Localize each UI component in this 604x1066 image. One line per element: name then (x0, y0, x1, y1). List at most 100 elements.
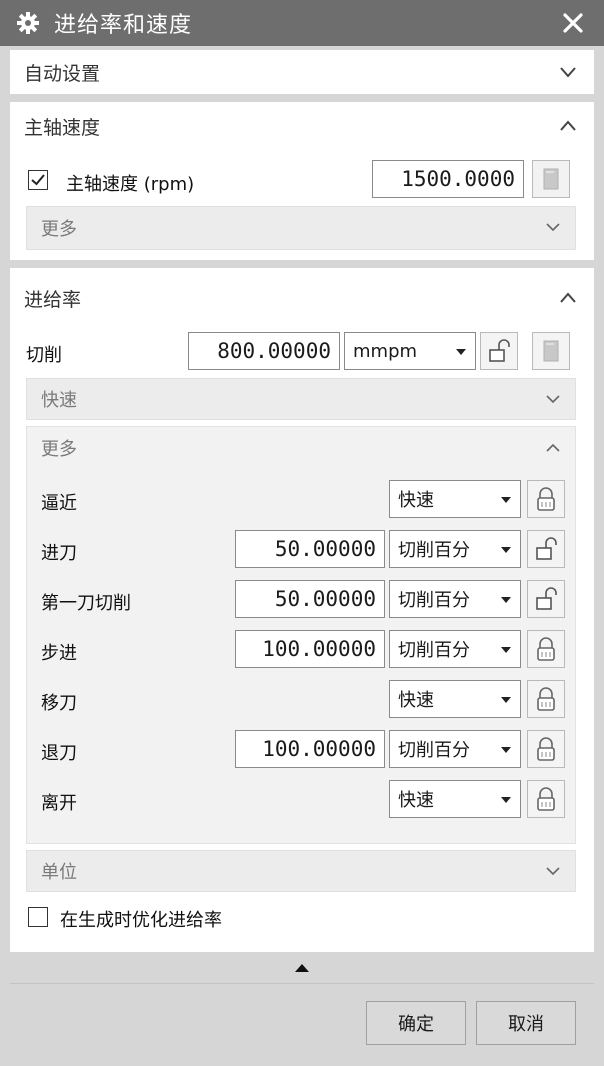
lock-icon (535, 636, 557, 662)
chevron-down-icon (546, 867, 560, 876)
feed-more-box: 更多 逼近 快速 进刀 50.00000 切削百分 第一刀切削 50.00000 切削百分 步进… (26, 426, 576, 844)
cut-unit-value: mmpm (353, 340, 418, 362)
cut-label: 切削 (26, 345, 62, 366)
dropdown-arrow-icon (501, 547, 511, 553)
feed-row-lock-button[interactable] (527, 630, 565, 668)
feed-row: 退刀 100.00000 切削百分 (27, 727, 575, 771)
auto-settings-label: 自动设置 (24, 62, 101, 85)
feed-row-mode-value: 切削百分 (398, 540, 470, 561)
checkmark-icon (31, 174, 45, 186)
dropdown-arrow-icon (456, 349, 466, 355)
feed-row: 逼近 快速 (27, 477, 575, 521)
feed-row-label: 移刀 (41, 693, 77, 714)
feed-row-value-input[interactable]: 50.00000 (235, 530, 385, 568)
cut-lock-button[interactable] (480, 332, 518, 370)
dropdown-arrow-icon (501, 497, 511, 503)
feed-row-label: 逼近 (41, 493, 77, 514)
feed-row-mode-value: 切削百分 (398, 640, 470, 661)
spindle-more-bar[interactable]: 更多 (26, 206, 576, 250)
cut-unit-select[interactable]: mmpm (344, 332, 476, 370)
chevron-down-icon (560, 67, 576, 78)
cancel-button[interactable]: 取消 (476, 1001, 576, 1045)
feed-row-mode-value: 切削百分 (398, 590, 470, 611)
lock-icon (535, 736, 557, 762)
feed-section-label: 进给率 (24, 288, 82, 311)
feed-more-header[interactable]: 更多 (27, 427, 575, 469)
spindle-speed-checkbox[interactable] (28, 170, 48, 190)
auto-settings-panel: 自动设置 (10, 50, 594, 94)
close-icon[interactable] (558, 8, 588, 38)
rapid-label: 快速 (41, 390, 77, 411)
spindle-speed-label: 主轴速度 (rpm) (66, 174, 195, 195)
feed-row-value-input[interactable]: 100.00000 (235, 730, 385, 768)
feed-row-mode-value: 快速 (398, 790, 434, 811)
auto-settings-header[interactable]: 自动设置 (10, 50, 594, 94)
chevron-up-icon (546, 443, 560, 452)
feed-row-mode-value: 快速 (398, 690, 434, 711)
feed-row-mode-select[interactable]: 快速 (389, 480, 521, 518)
feed-row-mode-value: 快速 (398, 490, 434, 511)
spindle-more-label: 更多 (41, 219, 77, 240)
spindle-header[interactable]: 主轴速度 (10, 104, 594, 148)
feed-row-label: 步进 (41, 643, 77, 664)
feed-row-lock-button[interactable] (527, 580, 565, 618)
chevron-down-icon (546, 223, 560, 232)
document-icon (543, 340, 559, 362)
dropdown-arrow-icon (501, 697, 511, 703)
feed-row: 进刀 50.00000 切削百分 (27, 527, 575, 571)
window-title: 进给率和速度 (54, 13, 193, 38)
triangle-up-icon (295, 963, 309, 972)
dropdown-arrow-icon (501, 747, 511, 753)
feed-row-mode-select[interactable]: 快速 (389, 780, 521, 818)
feed-row-label: 离开 (41, 793, 77, 814)
feed-row-value-input[interactable]: 100.00000 (235, 630, 385, 668)
lock-icon (535, 686, 557, 712)
feed-row-lock-button[interactable] (527, 780, 565, 818)
cut-table-button[interactable] (532, 332, 570, 370)
gear-icon (16, 11, 40, 35)
feed-row-mode-select[interactable]: 切削百分 (389, 580, 521, 618)
feed-row-mode-value: 切削百分 (398, 740, 470, 761)
feed-row: 移刀 快速 (27, 677, 575, 721)
spindle-speed-input[interactable]: 1500.0000 (372, 160, 524, 198)
chevron-down-icon (546, 395, 560, 404)
units-bar[interactable]: 单位 (26, 850, 576, 892)
lock-icon (535, 786, 557, 812)
rapid-bar[interactable]: 快速 (26, 378, 576, 420)
chevron-up-icon (560, 292, 576, 303)
feed-row-mode-select[interactable]: 切削百分 (389, 730, 521, 768)
dropdown-arrow-icon (501, 597, 511, 603)
optimize-checkbox[interactable] (28, 907, 48, 927)
feed-row-label: 进刀 (41, 543, 77, 564)
feed-row-lock-button[interactable] (527, 530, 565, 568)
units-label: 单位 (41, 862, 77, 883)
spindle-section-label: 主轴速度 (24, 116, 101, 139)
feed-header[interactable]: 进给率 (10, 276, 594, 320)
unlock-icon (534, 586, 558, 612)
feed-row-label: 退刀 (41, 743, 77, 764)
unlock-icon (489, 339, 510, 362)
chevron-up-icon (560, 120, 576, 131)
feed-row-mode-select[interactable]: 切削百分 (389, 630, 521, 668)
feed-row-mode-select[interactable]: 快速 (389, 680, 521, 718)
feed-row-value-input[interactable]: 50.00000 (235, 580, 385, 618)
cut-feed-input[interactable]: 800.00000 (188, 332, 340, 370)
feed-row-label: 第一刀切削 (41, 593, 131, 614)
collapse-strip[interactable] (10, 952, 594, 984)
feed-row-lock-button[interactable] (527, 480, 565, 518)
feed-row: 第一刀切削 50.00000 切削百分 (27, 577, 575, 621)
feed-row-mode-select[interactable]: 切削百分 (389, 530, 521, 568)
title-bar: 进给率和速度 (0, 0, 604, 46)
dropdown-arrow-icon (501, 647, 511, 653)
feed-row-lock-button[interactable] (527, 730, 565, 768)
spindle-panel: 主轴速度 主轴速度 (rpm) 1500.0000 更多 (10, 102, 594, 260)
dropdown-arrow-icon (501, 797, 511, 803)
lock-icon (535, 486, 557, 512)
optimize-label: 在生成时优化进给率 (60, 910, 222, 931)
ok-button[interactable]: 确定 (366, 1001, 466, 1045)
feed-row-lock-button[interactable] (527, 680, 565, 718)
feed-more-label: 更多 (41, 439, 77, 460)
spindle-table-button[interactable] (532, 160, 570, 198)
feed-panel: 进给率 切削 800.00000 mmpm 快速 更多 逼近 快速 进刀 50.000… (10, 268, 594, 952)
feed-row: 步进 100.00000 切削百分 (27, 627, 575, 671)
